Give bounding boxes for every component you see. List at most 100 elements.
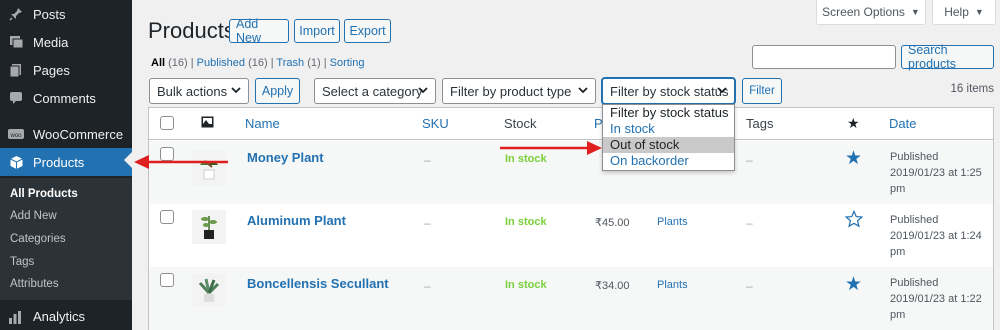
table-row: Aluminum Plant – In stock ₹45.00 Plants … xyxy=(149,204,993,267)
sidebar-item-label: WooCommerce xyxy=(33,126,124,142)
category-select[interactable]: Select a category xyxy=(314,78,436,104)
stock-option-filter[interactable]: Filter by stock status xyxy=(603,105,734,121)
column-stock: Stock xyxy=(504,116,537,131)
bulk-actions-select[interactable]: Bulk actions xyxy=(149,78,249,104)
price-value: ₹45.00 xyxy=(595,217,630,229)
row-checkbox[interactable] xyxy=(160,147,174,161)
submenu-attributes[interactable]: Attributes xyxy=(10,278,59,290)
pin-icon xyxy=(8,6,24,22)
sidebar-item-posts[interactable]: Posts xyxy=(0,0,132,28)
chevron-down-icon xyxy=(716,84,728,99)
import-button[interactable]: Import xyxy=(294,19,340,43)
comments-icon xyxy=(8,90,24,106)
product-name-link[interactable]: Aluminum Plant xyxy=(247,213,346,228)
products-table: Name SKU Stock Pr Tags ★ Date Money Plan… xyxy=(148,107,994,330)
export-button[interactable]: Export xyxy=(344,19,391,43)
column-name[interactable]: Name xyxy=(245,116,280,131)
page-title: Products xyxy=(148,18,235,43)
chevron-down-icon xyxy=(577,84,589,99)
select-all-checkbox[interactable] xyxy=(160,116,174,130)
woocommerce-icon: woo xyxy=(8,126,24,142)
product-name-link[interactable]: Money Plant xyxy=(247,150,324,165)
sidebar-item-media[interactable]: Media xyxy=(0,28,132,56)
product-thumbnail[interactable] xyxy=(192,151,226,185)
search-input[interactable] xyxy=(752,45,896,69)
submenu-categories[interactable]: Categories xyxy=(10,233,66,245)
submenu-tags[interactable]: Tags xyxy=(10,256,34,268)
table-row: Money Plant – In stock – ★ Published 201… xyxy=(149,141,993,204)
row-checkbox[interactable] xyxy=(160,210,174,224)
items-count: 16 items xyxy=(950,83,994,95)
admin-sidebar: Posts Media Pages Comments woo WooCommer… xyxy=(0,0,132,330)
date-value: 2019/01/23 at 1:24 pm xyxy=(890,230,982,258)
sidebar-item-woocommerce[interactable]: woo WooCommerce xyxy=(0,120,132,148)
chevron-down-icon xyxy=(230,84,242,99)
view-all-count: (16) xyxy=(168,57,188,69)
products-icon xyxy=(8,154,24,170)
search-products-button[interactable]: Search products xyxy=(901,43,994,71)
submenu-add-new[interactable]: Add New xyxy=(10,210,57,222)
view-published[interactable]: Published xyxy=(197,57,245,69)
view-published-count: (16) xyxy=(248,57,268,69)
featured-star-outline-icon[interactable] xyxy=(844,209,864,234)
date-status: Published xyxy=(890,214,939,226)
screen-options-tab[interactable]: Screen Options ▼ xyxy=(816,0,926,25)
status-views: All (16) | Published (16) | Trash (1) | … xyxy=(151,57,364,69)
sidebar-item-label: Comments xyxy=(33,90,96,106)
sidebar-item-products[interactable]: Products xyxy=(0,148,132,176)
category-link[interactable]: Plants xyxy=(657,279,688,291)
main-content: Screen Options ▼ Help ▼ Products Add New… xyxy=(132,0,1000,330)
sidebar-item-label: Posts xyxy=(33,6,66,22)
stock-status-value: Filter by stock status xyxy=(610,83,729,99)
sidebar-item-pages[interactable]: Pages xyxy=(0,56,132,84)
apply-button[interactable]: Apply xyxy=(255,78,300,104)
date-value: 2019/01/23 at 1:22 pm xyxy=(890,293,982,321)
price-value: ₹34.00 xyxy=(595,280,630,292)
category-link[interactable]: Plants xyxy=(657,216,688,228)
product-thumbnail[interactable] xyxy=(192,273,226,307)
sku-value: – xyxy=(424,279,431,293)
submenu-all-products[interactable]: All Products xyxy=(10,188,78,200)
add-new-button[interactable]: Add New xyxy=(229,17,289,45)
date-status: Published xyxy=(890,277,939,289)
view-all[interactable]: All xyxy=(151,57,165,69)
product-name-link[interactable]: Boncellensis Secullant xyxy=(247,276,389,291)
stock-option-on-backorder[interactable]: On backorder xyxy=(603,153,734,169)
sidebar-item-label: Media xyxy=(33,34,69,50)
tags-value: – xyxy=(746,216,753,230)
products-submenu: All Products Add New Categories Tags Att… xyxy=(0,178,132,300)
stock-option-out-of-stock[interactable]: Out of stock xyxy=(603,137,734,153)
product-thumbnail[interactable] xyxy=(192,210,226,244)
view-trash-count: (1) xyxy=(307,57,321,69)
sidebar-item-analytics[interactable]: Analytics xyxy=(0,302,132,330)
sidebar-item-label: Products xyxy=(33,154,85,170)
stock-status-select[interactable]: Filter by stock status xyxy=(602,78,735,104)
stock-option-in-stock[interactable]: In stock xyxy=(603,121,734,137)
separator: | xyxy=(190,57,194,69)
date-status: Published xyxy=(890,151,939,163)
view-sorting[interactable]: Sorting xyxy=(330,57,365,69)
sku-value: – xyxy=(424,153,431,167)
date-value: 2019/01/23 at 1:25 pm xyxy=(890,167,982,195)
column-date[interactable]: Date xyxy=(889,116,916,131)
featured-column-star-icon[interactable]: ★ xyxy=(847,115,860,132)
active-menu-pointer xyxy=(124,152,132,168)
column-sku[interactable]: SKU xyxy=(422,116,449,131)
sidebar-item-comments[interactable]: Comments xyxy=(0,84,132,112)
featured-star-icon[interactable]: ★ xyxy=(845,273,862,296)
row-checkbox[interactable] xyxy=(160,273,174,287)
date-cell: Published 2019/01/23 at 1:22 pm xyxy=(890,275,990,323)
caret-down-icon: ▼ xyxy=(910,7,920,17)
product-type-select[interactable]: Filter by product type xyxy=(442,78,596,104)
category-value: Select a category xyxy=(322,83,423,99)
help-tab[interactable]: Help ▼ xyxy=(932,0,996,25)
filter-button[interactable]: Filter xyxy=(742,78,782,104)
featured-star-icon[interactable]: ★ xyxy=(845,147,862,170)
sidebar-item-label: Analytics xyxy=(33,308,86,324)
image-column-icon xyxy=(201,116,214,131)
caret-down-icon: ▼ xyxy=(974,7,984,17)
media-icon xyxy=(8,34,24,50)
view-trash[interactable]: Trash xyxy=(276,57,304,69)
product-type-value: Filter by product type xyxy=(450,83,572,99)
table-header: Name SKU Stock Pr Tags ★ Date xyxy=(149,108,993,140)
